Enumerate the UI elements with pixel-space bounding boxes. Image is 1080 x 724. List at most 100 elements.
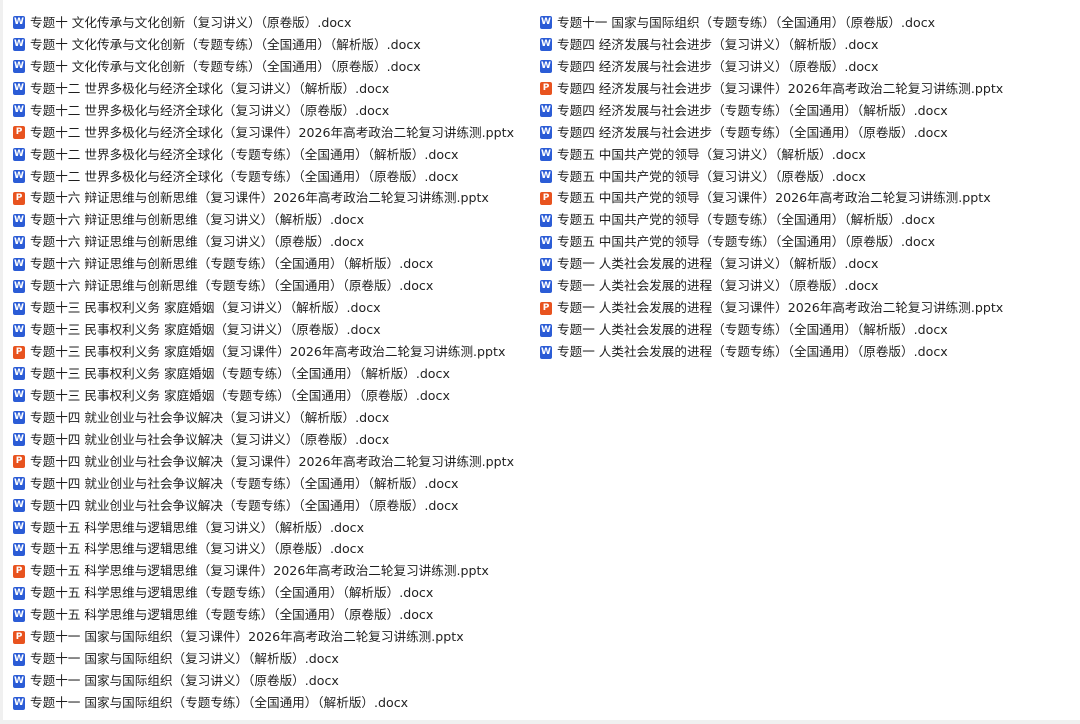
word-doc-icon: W xyxy=(13,301,25,315)
file-item[interactable]: W 专题四 经济发展与社会进步（专题专练）（全国通用）（解析版）.docx xyxy=(540,100,1070,122)
file-item[interactable]: W 专题十五 科学思维与逻辑思维（专题专练）（全国通用）（原卷版）.docx xyxy=(13,604,533,626)
file-item[interactable]: W 专题十一 国家与国际组织（复习讲义）（解析版）.docx xyxy=(13,648,533,670)
file-item[interactable]: W 专题十三 民事权利义务 家庭婚姻（复习讲义）（解析版）.docx xyxy=(13,297,533,319)
file-item[interactable]: W 专题十二 世界多极化与经济全球化（专题专练）（全国通用）（原卷版）.docx xyxy=(13,166,533,188)
file-name: 专题四 经济发展与社会进步（专题专练）（全国通用）（解析版）.docx xyxy=(557,102,948,118)
file-item[interactable]: W 专题十二 世界多极化与经济全球化（专题专练）（全国通用）（解析版）.docx xyxy=(13,144,533,166)
file-name: 专题十六 辩证思维与创新思维（专题专练）（全国通用）（解析版）.docx xyxy=(30,256,434,272)
word-doc-icon: W xyxy=(13,542,25,556)
file-name: 专题四 经济发展与社会进步（复习课件）2026年高考政治二轮复习讲练测.pptx xyxy=(557,80,1004,96)
word-doc-icon: W xyxy=(13,389,25,403)
file-item[interactable]: W 专题十五 科学思维与逻辑思维（复习讲义）（解析版）.docx xyxy=(13,517,533,539)
file-name: 专题五 中国共产党的领导（专题专练）（全国通用）（解析版）.docx xyxy=(557,212,936,228)
file-item[interactable]: W 专题十一 国家与国际组织（专题专练）（全国通用）（解析版）.docx xyxy=(13,692,533,714)
file-item[interactable]: W 专题十五 科学思维与逻辑思维（专题专练）（全国通用）（解析版）.docx xyxy=(13,582,533,604)
powerpoint-icon: P xyxy=(13,345,25,359)
file-item[interactable]: W 专题十四 就业创业与社会争议解决（专题专练）（全国通用）（原卷版）.docx xyxy=(13,495,533,517)
word-doc-icon: W xyxy=(13,477,25,491)
file-item[interactable]: P 专题十一 国家与国际组织（复习课件）2026年高考政治二轮复习讲练测.pptx xyxy=(13,626,533,648)
file-item[interactable]: P 专题十五 科学思维与逻辑思维（复习课件）2026年高考政治二轮复习讲练测.pp… xyxy=(13,560,533,582)
word-doc-icon: W xyxy=(13,323,25,337)
file-item[interactable]: W 专题一 人类社会发展的进程（复习讲义）（解析版）.docx xyxy=(540,253,1070,275)
word-doc-icon: W xyxy=(540,213,552,227)
word-doc-icon: W xyxy=(13,235,25,249)
file-item[interactable]: W 专题十三 民事权利义务 家庭婚姻（专题专练）（全国通用）（原卷版）.docx xyxy=(13,385,533,407)
file-item[interactable]: W 专题十三 民事权利义务 家庭婚姻（专题专练）（全国通用）（解析版）.docx xyxy=(13,363,533,385)
file-item[interactable]: W 专题十六 辩证思维与创新思维（专题专练）（全国通用）（解析版）.docx xyxy=(13,253,533,275)
word-doc-icon: W xyxy=(13,586,25,600)
file-item[interactable]: W 专题十六 辩证思维与创新思维（复习讲义）（原卷版）.docx xyxy=(13,231,533,253)
file-name: 专题十五 科学思维与逻辑思维（专题专练）（全国通用）（原卷版）.docx xyxy=(30,607,434,623)
file-item[interactable]: P 专题十六 辩证思维与创新思维（复习课件）2026年高考政治二轮复习讲练测.pp… xyxy=(13,188,533,210)
file-item[interactable]: W 专题五 中国共产党的领导（复习讲义）（解析版）.docx xyxy=(540,144,1070,166)
word-doc-icon: W xyxy=(13,367,25,381)
file-item[interactable]: W 专题十四 就业创业与社会争议解决（复习讲义）（解析版）.docx xyxy=(13,407,533,429)
file-item[interactable]: W 专题十五 科学思维与逻辑思维（复习讲义）（原卷版）.docx xyxy=(13,539,533,561)
file-list-right-column: W 专题十一 国家与国际组织（专题专练）（全国通用）（原卷版）.docx W 专题四 … xyxy=(540,12,1070,363)
file-item[interactable]: W 专题一 人类社会发展的进程（专题专练）（全国通用）（解析版）.docx xyxy=(540,319,1070,341)
file-name: 专题十一 国家与国际组织（复习讲义）（解析版）.docx xyxy=(30,651,339,667)
file-name: 专题十三 民事权利义务 家庭婚姻（专题专练）（全国通用）（原卷版）.docx xyxy=(30,387,450,403)
file-item[interactable]: W 专题一 人类社会发展的进程（复习讲义）（原卷版）.docx xyxy=(540,275,1070,297)
file-item[interactable]: W 专题十四 就业创业与社会争议解决（专题专练）（全国通用）（解析版）.docx xyxy=(13,473,533,495)
file-name: 专题十四 就业创业与社会争议解决（专题专练）（全国通用）（原卷版）.docx xyxy=(30,497,459,513)
file-name: 专题十 文化传承与文化创新（专题专练）（全国通用）（原卷版）.docx xyxy=(30,58,421,74)
file-name: 专题五 中国共产党的领导（专题专练）（全国通用）（原卷版）.docx xyxy=(557,234,936,250)
file-name: 专题一 人类社会发展的进程（专题专练）（全国通用）（解析版）.docx xyxy=(557,322,948,338)
file-name: 专题十六 辩证思维与创新思维（专题专练）（全国通用）（原卷版）.docx xyxy=(30,278,434,294)
powerpoint-icon: P xyxy=(540,301,552,315)
file-item[interactable]: W 专题十 文化传承与文化创新（复习讲义）（原卷版）.docx xyxy=(13,12,533,34)
word-doc-icon: W xyxy=(13,38,25,52)
file-item[interactable]: W 专题十六 辩证思维与创新思维（专题专练）（全国通用）（原卷版）.docx xyxy=(13,275,533,297)
powerpoint-icon: P xyxy=(13,630,25,644)
file-item[interactable]: W 专题十 文化传承与文化创新（专题专练）（全国通用）（解析版）.docx xyxy=(13,34,533,56)
file-name: 专题五 中国共产党的领导（复习讲义）（解析版）.docx xyxy=(557,146,866,162)
word-doc-icon: W xyxy=(13,148,25,162)
file-name: 专题十一 国家与国际组织（专题专练）（全国通用）（解析版）.docx xyxy=(30,695,409,711)
powerpoint-icon: P xyxy=(13,564,25,578)
word-doc-icon: W xyxy=(13,82,25,96)
file-name: 专题十一 国家与国际组织（复习讲义）（原卷版）.docx xyxy=(30,673,339,689)
file-item[interactable]: P 专题十二 世界多极化与经济全球化（复习课件）2026年高考政治二轮复习讲练测.… xyxy=(13,122,533,144)
left-scroll-edge xyxy=(0,0,3,724)
file-item[interactable]: P 专题十三 民事权利义务 家庭婚姻（复习课件）2026年高考政治二轮复习讲练测.… xyxy=(13,341,533,363)
file-name: 专题十六 辩证思维与创新思维（复习课件）2026年高考政治二轮复习讲练测.ppt… xyxy=(30,190,489,206)
file-name: 专题十二 世界多极化与经济全球化（复习课件）2026年高考政治二轮复习讲练测.p… xyxy=(30,124,515,140)
word-doc-icon: W xyxy=(13,279,25,293)
file-item[interactable]: W 专题十一 国家与国际组织（复习讲义）（原卷版）.docx xyxy=(13,670,533,692)
file-item[interactable]: W 专题十一 国家与国际组织（专题专练）（全国通用）（原卷版）.docx xyxy=(540,12,1070,34)
file-item[interactable]: W 专题十六 辩证思维与创新思维（复习讲义）（解析版）.docx xyxy=(13,209,533,231)
powerpoint-icon: P xyxy=(13,126,25,140)
word-doc-icon: W xyxy=(13,433,25,447)
file-name: 专题四 经济发展与社会进步（复习讲义）（解析版）.docx xyxy=(557,36,879,52)
file-item[interactable]: W 专题一 人类社会发展的进程（专题专练）（全国通用）（原卷版）.docx xyxy=(540,341,1070,363)
file-item[interactable]: W 专题十二 世界多极化与经济全球化（复习讲义）（解析版）.docx xyxy=(13,78,533,100)
file-name: 专题一 人类社会发展的进程（复习讲义）（解析版）.docx xyxy=(557,256,879,272)
file-name: 专题十三 民事权利义务 家庭婚姻（复习讲义）（原卷版）.docx xyxy=(30,322,381,338)
file-item[interactable]: W 专题十 文化传承与文化创新（专题专练）（全国通用）（原卷版）.docx xyxy=(13,56,533,78)
file-name: 专题十一 国家与国际组织（专题专练）（全国通用）（原卷版）.docx xyxy=(557,14,936,30)
word-doc-icon: W xyxy=(13,674,25,688)
file-name: 专题十二 世界多极化与经济全球化（复习讲义）（原卷版）.docx xyxy=(30,102,390,118)
word-doc-icon: W xyxy=(13,170,25,184)
file-name: 专题一 人类社会发展的进程（复习课件）2026年高考政治二轮复习讲练测.pptx xyxy=(557,300,1004,316)
file-item[interactable]: W 专题十三 民事权利义务 家庭婚姻（复习讲义）（原卷版）.docx xyxy=(13,319,533,341)
file-name: 专题十五 科学思维与逻辑思维（专题专练）（全国通用）（解析版）.docx xyxy=(30,585,434,601)
file-item[interactable]: W 专题四 经济发展与社会进步（复习讲义）（原卷版）.docx xyxy=(540,56,1070,78)
file-item[interactable]: W 专题五 中国共产党的领导（复习讲义）（原卷版）.docx xyxy=(540,166,1070,188)
file-item[interactable]: P 专题四 经济发展与社会进步（复习课件）2026年高考政治二轮复习讲练测.ppt… xyxy=(540,78,1070,100)
powerpoint-icon: P xyxy=(13,191,25,205)
file-item[interactable]: P 专题五 中国共产党的领导（复习课件）2026年高考政治二轮复习讲练测.pptx xyxy=(540,188,1070,210)
file-item[interactable]: W 专题十四 就业创业与社会争议解决（复习讲义）（原卷版）.docx xyxy=(13,429,533,451)
file-name: 专题五 中国共产党的领导（复习讲义）（原卷版）.docx xyxy=(557,168,866,184)
file-item[interactable]: W 专题五 中国共产党的领导（专题专练）（全国通用）（原卷版）.docx xyxy=(540,231,1070,253)
file-item[interactable]: W 专题十二 世界多极化与经济全球化（复习讲义）（原卷版）.docx xyxy=(13,100,533,122)
file-item[interactable]: W 专题四 经济发展与社会进步（复习讲义）（解析版）.docx xyxy=(540,34,1070,56)
file-item[interactable]: W 专题四 经济发展与社会进步（专题专练）（全国通用）（原卷版）.docx xyxy=(540,122,1070,144)
file-item[interactable]: P 专题一 人类社会发展的进程（复习课件）2026年高考政治二轮复习讲练测.ppt… xyxy=(540,297,1070,319)
file-item[interactable]: W 专题五 中国共产党的领导（专题专练）（全国通用）（解析版）.docx xyxy=(540,209,1070,231)
file-name: 专题十四 就业创业与社会争议解决（复习讲义）（解析版）.docx xyxy=(30,409,390,425)
file-item[interactable]: P 专题十四 就业创业与社会争议解决（复习课件）2026年高考政治二轮复习讲练测.… xyxy=(13,451,533,473)
word-doc-icon: W xyxy=(13,411,25,425)
file-name: 专题一 人类社会发展的进程（专题专练）（全国通用）（原卷版）.docx xyxy=(557,344,948,360)
